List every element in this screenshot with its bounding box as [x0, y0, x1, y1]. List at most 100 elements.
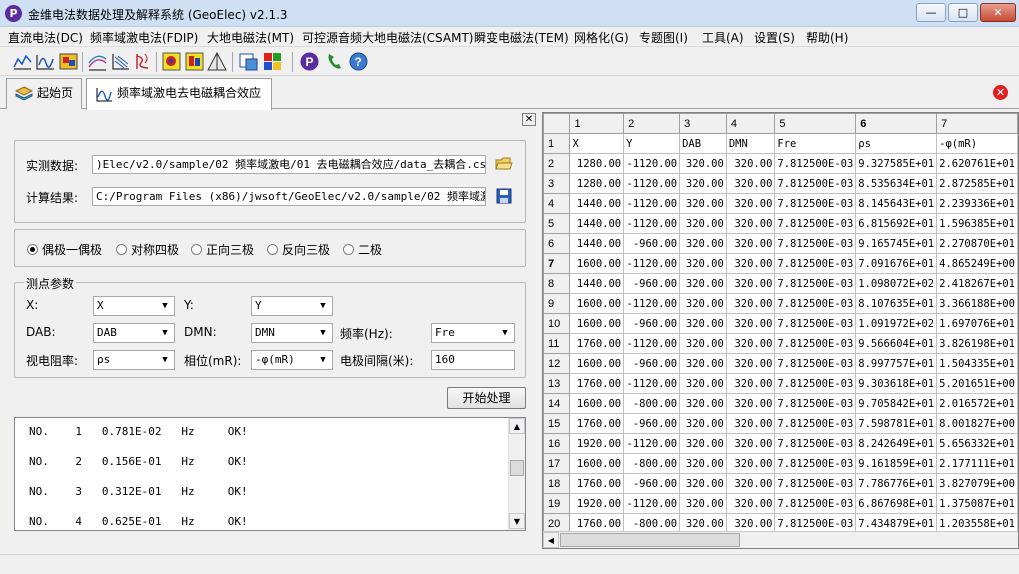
table-cell[interactable]: 8.242649E+01 [855, 433, 938, 454]
table-cell[interactable]: 320.00 [679, 253, 727, 274]
table-cell[interactable]: 9.705842E+01 [855, 393, 938, 414]
radio-pole-pole[interactable]: 二极 [343, 241, 382, 258]
table-cell[interactable]: 320.00 [679, 373, 727, 394]
y-select[interactable]: Y ▼ [251, 296, 333, 316]
contour-icon[interactable] [87, 51, 108, 72]
table-cell[interactable]: 6.815692E+01 [855, 213, 938, 234]
table-cell[interactable]: 1920.00 [569, 433, 625, 454]
table-cell[interactable]: 320.00 [725, 373, 776, 394]
help-icon[interactable]: ? [348, 51, 369, 72]
table-cell[interactable]: 2.177111E+01 [936, 453, 1018, 474]
table-cell[interactable]: -φ(mR) [936, 133, 1018, 154]
table-cell[interactable]: 320.00 [679, 433, 727, 454]
table-cell[interactable]: 320.00 [679, 293, 727, 314]
grid-color-icon[interactable] [161, 51, 182, 72]
table-cell[interactable]: 1760.00 [569, 413, 625, 434]
column-header[interactable]: 4 [725, 113, 776, 134]
table-cell[interactable]: -1120.00 [623, 193, 681, 214]
tab-home[interactable]: 起始页 [6, 78, 82, 109]
row-header[interactable]: 5 [543, 213, 571, 234]
table-cell[interactable]: 1440.00 [569, 213, 625, 234]
dab-select[interactable]: DAB ▼ [93, 323, 175, 343]
table-cell[interactable]: X [569, 133, 625, 154]
table-cell[interactable]: -1120.00 [623, 293, 681, 314]
table-cell[interactable]: 320.00 [725, 193, 776, 214]
table-cell[interactable]: 1760.00 [569, 473, 625, 494]
log-scrollbar[interactable]: ▲ ▼ [508, 418, 525, 530]
color-map-icon[interactable] [58, 51, 79, 72]
table-cell[interactable]: 2.872585E+01 [936, 173, 1018, 194]
menu-csamt[interactable]: 可控源音频大地电磁法(CSAMT) [302, 29, 473, 46]
table-cell[interactable]: 7.812500E-03 [774, 493, 857, 514]
table-cell[interactable]: 2.620761E+01 [936, 153, 1018, 174]
menu-tem[interactable]: 瞬变电磁法(TEM) [474, 29, 569, 46]
table-cell[interactable]: 320.00 [725, 473, 776, 494]
row-header[interactable]: 15 [543, 413, 571, 434]
close-window-button[interactable]: ✕ [980, 3, 1016, 22]
scroll-thumb[interactable] [510, 460, 524, 476]
row-header[interactable]: 14 [543, 393, 571, 414]
table-cell[interactable]: -1120.00 [623, 253, 681, 274]
tab-fdip-decoupling[interactable]: 频率域激电去电磁耦合效应 [86, 78, 272, 110]
row-header[interactable]: 11 [543, 333, 571, 354]
curve-chart-icon[interactable] [35, 51, 56, 72]
table-cell[interactable]: 9.303618E+01 [855, 373, 938, 394]
row-header[interactable]: 18 [543, 473, 571, 494]
table-cell[interactable]: 8.145643E+01 [855, 193, 938, 214]
table-cell[interactable]: 1.504335E+01 [936, 353, 1018, 374]
table-cell[interactable]: 320.00 [725, 333, 776, 354]
row-header[interactable]: 3 [543, 173, 571, 194]
table-cell[interactable]: 7.812500E-03 [774, 233, 857, 254]
column-header[interactable]: 3 [679, 113, 727, 134]
frequency-select[interactable]: Fre ▼ [431, 323, 515, 343]
table-cell[interactable]: -1120.00 [623, 373, 681, 394]
table-cell[interactable]: -1120.00 [623, 333, 681, 354]
radio-schlumberger[interactable]: 对称四极 [116, 241, 179, 258]
table-cell[interactable]: -800.00 [623, 453, 681, 474]
table-cell[interactable]: 8.535634E+01 [855, 173, 938, 194]
table-cell[interactable]: 320.00 [679, 273, 727, 294]
table-cell[interactable]: 1600.00 [569, 393, 625, 414]
table-cell[interactable]: 3.366188E+00 [936, 293, 1018, 314]
table-cell[interactable]: 320.00 [725, 493, 776, 514]
triangle-icon[interactable] [207, 51, 228, 72]
table-cell[interactable]: 320.00 [725, 293, 776, 314]
table-cell[interactable]: 9.327585E+01 [855, 153, 938, 174]
row-header[interactable]: 2 [543, 153, 571, 174]
table-cell[interactable]: 1.091972E+02 [855, 313, 938, 334]
row-header[interactable]: 12 [543, 353, 571, 374]
table-cell[interactable]: 7.812500E-03 [774, 313, 857, 334]
column-header[interactable]: 7 [936, 113, 1018, 134]
profile-icon[interactable] [110, 51, 131, 72]
row-header[interactable]: 1 [543, 133, 571, 154]
table-cell[interactable]: 7.812500E-03 [774, 173, 857, 194]
table-cell[interactable]: -1120.00 [623, 433, 681, 454]
table-cell[interactable]: 7.812500E-03 [774, 153, 857, 174]
table-cell[interactable]: 8.001827E+00 [936, 413, 1018, 434]
menu-settings[interactable]: 设置(S) [754, 29, 795, 46]
resistivity-select[interactable]: ρs ▼ [93, 350, 175, 370]
table-cell[interactable]: 7.812500E-03 [774, 353, 857, 374]
close-tab-icon[interactable]: ✕ [993, 85, 1008, 100]
table-cell[interactable]: 5.656332E+01 [936, 433, 1018, 454]
x-select[interactable]: X ▼ [93, 296, 175, 316]
table-cell[interactable]: 320.00 [679, 213, 727, 234]
row-header[interactable]: 19 [543, 493, 571, 514]
table-cell[interactable]: 1760.00 [569, 333, 625, 354]
row-header[interactable]: 13 [543, 373, 571, 394]
table-cell[interactable]: 7.091676E+01 [855, 253, 938, 274]
table-cell[interactable]: 9.165745E+01 [855, 233, 938, 254]
grid-horizontal-scrollbar[interactable]: ◀ [543, 531, 1018, 548]
scroll-thumb[interactable] [560, 533, 740, 547]
table-cell[interactable]: 7.812500E-03 [774, 193, 857, 214]
table-cell[interactable]: 7.812500E-03 [774, 333, 857, 354]
table-cell[interactable]: 2.418267E+01 [936, 273, 1018, 294]
table-cell[interactable]: 320.00 [679, 333, 727, 354]
table-cell[interactable]: 1440.00 [569, 233, 625, 254]
table-cell[interactable]: 7.812500E-03 [774, 393, 857, 414]
table-cell[interactable]: 320.00 [679, 453, 727, 474]
table-cell[interactable]: 2.270870E+01 [936, 233, 1018, 254]
radio-forward-pole-dipole[interactable]: 正向三极 [191, 241, 254, 258]
table-cell[interactable]: 320.00 [679, 233, 727, 254]
table-cell[interactable]: 1600.00 [569, 253, 625, 274]
